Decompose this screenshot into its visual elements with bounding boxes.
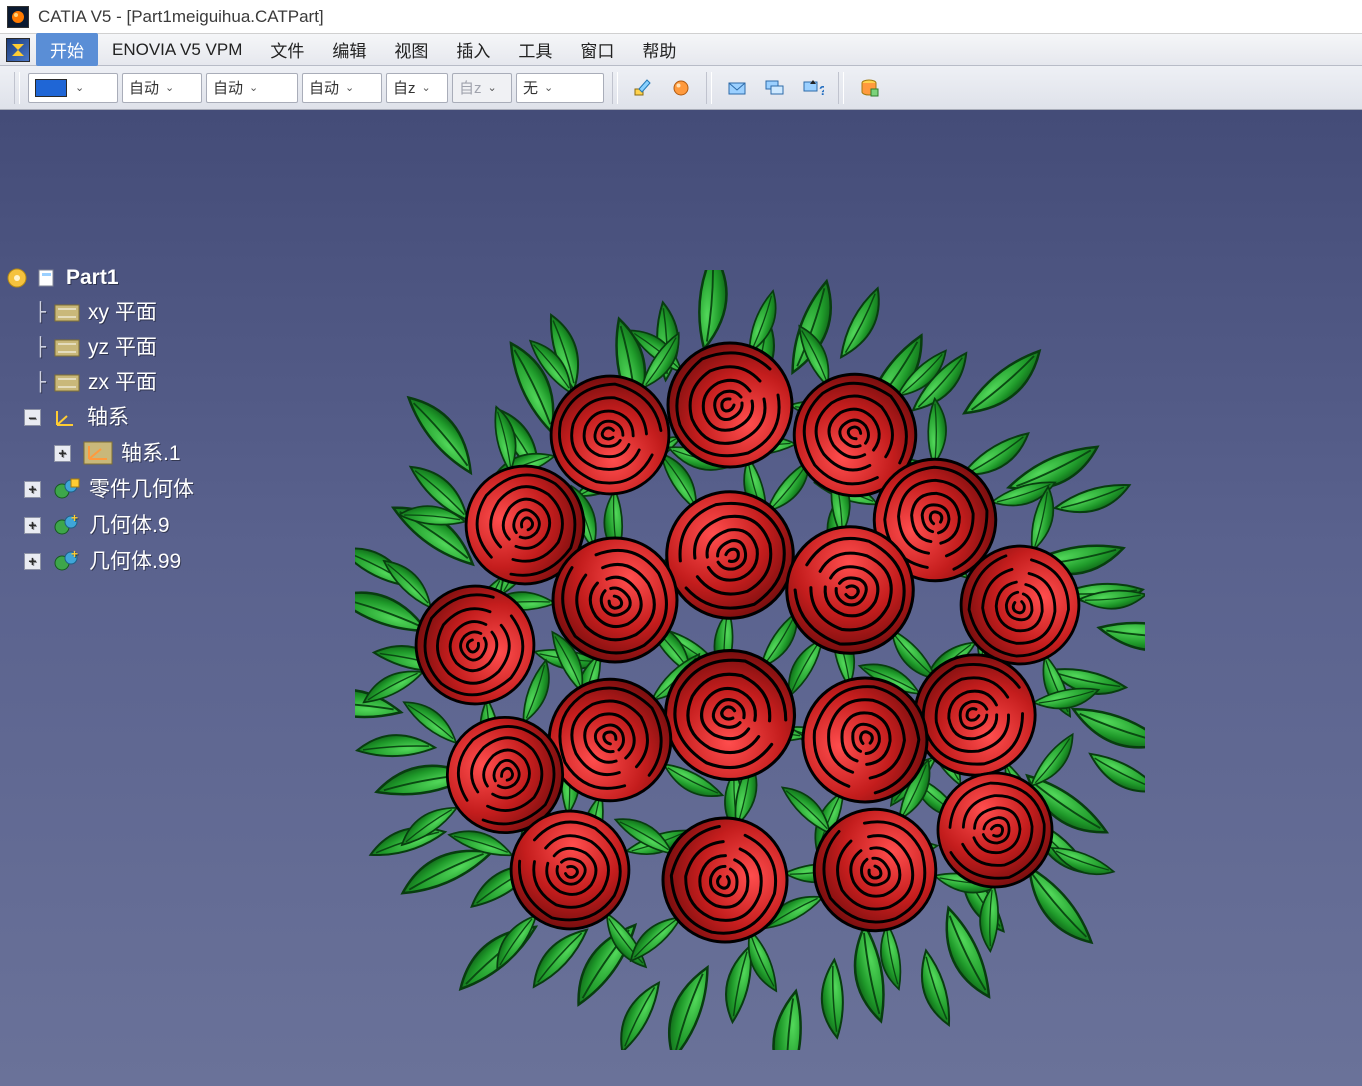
model-scene[interactable] bbox=[355, 270, 1145, 1050]
tree-item-label[interactable]: 零件几何体 bbox=[89, 478, 194, 501]
tree-branch: ├ bbox=[24, 338, 46, 358]
menu-edit[interactable]: 编辑 bbox=[318, 33, 380, 66]
gear-icon bbox=[6, 267, 28, 289]
chevron-down-icon: ⌄ bbox=[165, 81, 174, 94]
tree-item-label[interactable]: 几何体.9 bbox=[89, 514, 170, 537]
viewport[interactable]: Part1 ├ xy 平面 ├ yz 平面 ├ bbox=[0, 110, 1362, 1086]
plane-icon bbox=[54, 372, 80, 394]
combo-layer[interactable]: 无 ⌄ bbox=[516, 73, 604, 103]
chevron-down-icon: ⌄ bbox=[422, 81, 431, 94]
menu-window[interactable]: 窗口 bbox=[566, 33, 628, 66]
tree-item-label[interactable]: 几何体.99 bbox=[89, 550, 181, 573]
mail-multi-button[interactable] bbox=[758, 73, 792, 103]
tree-item-label[interactable]: zx 平面 bbox=[88, 371, 157, 394]
chevron-down-icon: ⌄ bbox=[345, 81, 354, 94]
chevron-down-icon: ⌄ bbox=[488, 81, 497, 94]
window-title: CATIA V5 - [Part1meiguihua.CATPart] bbox=[38, 7, 324, 27]
chevron-down-icon: ⌄ bbox=[249, 81, 258, 94]
toolbar-separator bbox=[838, 72, 844, 104]
menu-help[interactable]: 帮助 bbox=[628, 33, 690, 66]
tree-item-label[interactable]: xy 平面 bbox=[88, 301, 157, 324]
combo-label: 自动 bbox=[129, 77, 159, 98]
combo-label: 自z bbox=[393, 77, 416, 98]
tree-toggle-plus[interactable]: + bbox=[24, 517, 41, 534]
menu-bar: 开始 ENOVIA V5 VPM 文件 编辑 视图 插入 工具 窗口 帮助 bbox=[0, 34, 1362, 66]
tree-branch: ├ bbox=[24, 373, 46, 393]
svg-text:+: + bbox=[71, 513, 78, 525]
tree-toggle-minus[interactable]: − bbox=[24, 409, 41, 426]
menu-tools[interactable]: 工具 bbox=[504, 33, 566, 66]
part-icon bbox=[36, 267, 58, 289]
menu-insert[interactable]: 插入 bbox=[442, 33, 504, 66]
chevron-down-icon: ⌄ bbox=[75, 81, 84, 94]
combo-label: 自z bbox=[459, 77, 482, 98]
color-dropdown[interactable]: ⌄ bbox=[28, 73, 118, 103]
tree-toggle-plus[interactable]: + bbox=[54, 445, 71, 462]
toolbar: ⌄ 自动 ⌄ 自动 ⌄ 自动 ⌄ 自z ⌄ 自z ⌄ 无 ⌄ ? bbox=[0, 66, 1362, 110]
combo-render2[interactable]: 自z ⌄ bbox=[452, 73, 512, 103]
menu-file[interactable]: 文件 bbox=[256, 33, 318, 66]
body-icon: + bbox=[53, 513, 81, 537]
tree-root-label: Part1 bbox=[66, 266, 119, 289]
combo-label: 自动 bbox=[309, 77, 339, 98]
toolbar-separator bbox=[706, 72, 712, 104]
tree-toggle-plus[interactable]: + bbox=[24, 553, 41, 570]
tree-item-label[interactable]: 轴系 bbox=[87, 406, 129, 429]
mail-help-button[interactable]: ? bbox=[796, 73, 830, 103]
body-icon: + bbox=[53, 549, 81, 573]
db-button[interactable] bbox=[852, 73, 886, 103]
svg-text:?: ? bbox=[819, 83, 824, 98]
title-bar: CATIA V5 - [Part1meiguihua.CATPart] bbox=[0, 0, 1362, 34]
tree-item-label[interactable]: yz 平面 bbox=[88, 336, 157, 359]
mail-button[interactable] bbox=[720, 73, 754, 103]
spec-tree[interactable]: Part1 ├ xy 平面 ├ yz 平面 ├ bbox=[6, 260, 198, 579]
color-swatch bbox=[35, 79, 67, 97]
axis-icon bbox=[83, 441, 113, 465]
tree-toggle-plus[interactable]: + bbox=[24, 481, 41, 498]
svg-text:+: + bbox=[71, 549, 78, 561]
paint-button[interactable] bbox=[626, 73, 660, 103]
combo-linetype[interactable]: 自动 ⌄ bbox=[122, 73, 202, 103]
menu-enovia[interactable]: ENOVIA V5 VPM bbox=[98, 36, 256, 64]
combo-label: 自动 bbox=[213, 77, 243, 98]
menu-start[interactable]: 开始 bbox=[36, 33, 98, 66]
plane-icon bbox=[54, 302, 80, 324]
body-icon bbox=[53, 477, 81, 501]
combo-thickness[interactable]: 自动 ⌄ bbox=[206, 73, 298, 103]
combo-point[interactable]: 自动 ⌄ bbox=[302, 73, 382, 103]
plane-icon bbox=[54, 337, 80, 359]
combo-label: 无 bbox=[523, 77, 538, 98]
toolbar-separator bbox=[612, 72, 618, 104]
axis-icon bbox=[53, 407, 79, 429]
tree-branch: ├ bbox=[24, 303, 46, 323]
tree-item-label[interactable]: 轴系.1 bbox=[121, 442, 181, 465]
material-button[interactable] bbox=[664, 73, 698, 103]
start-icon bbox=[6, 38, 30, 62]
chevron-down-icon: ⌄ bbox=[544, 81, 553, 94]
combo-render1[interactable]: 自z ⌄ bbox=[386, 73, 448, 103]
app-icon bbox=[6, 5, 30, 29]
menu-view[interactable]: 视图 bbox=[380, 33, 442, 66]
toolbar-separator bbox=[14, 72, 20, 104]
